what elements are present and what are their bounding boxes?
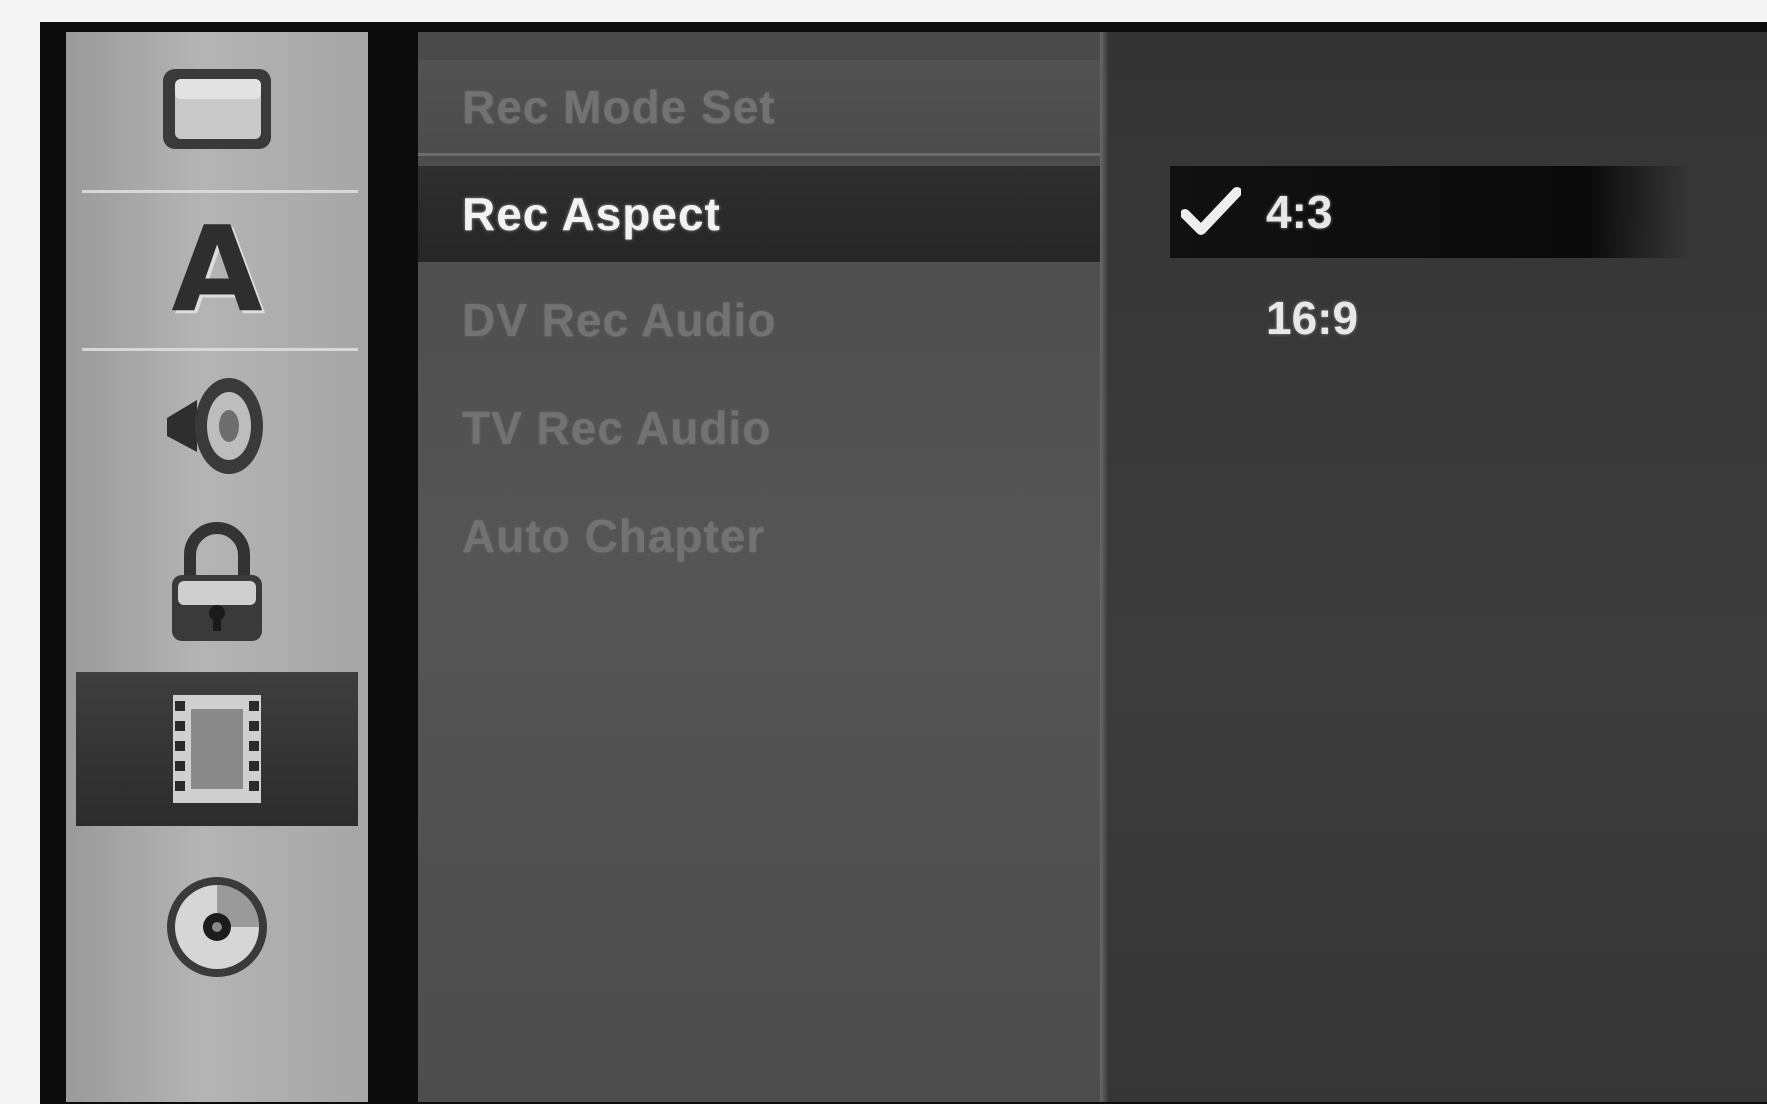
menu-item-label: Rec Mode Set	[462, 80, 776, 133]
menu-item-tv-rec-audio[interactable]: TV Rec Audio	[418, 380, 1108, 476]
disc-icon	[162, 872, 272, 982]
menu-item-rec-mode-set[interactable]: Rec Mode Set	[418, 60, 1108, 156]
option-label: 4:3	[1266, 186, 1333, 238]
film-strip-icon	[167, 691, 267, 807]
category-sidebar: A	[66, 32, 368, 1102]
sidebar-item-lock[interactable]	[66, 502, 368, 662]
language-a-icon: A	[171, 200, 263, 338]
menu-item-auto-chapter[interactable]: Auto Chapter	[418, 488, 1108, 584]
menu-item-label: Auto Chapter	[462, 510, 766, 562]
speaker-icon	[157, 370, 277, 480]
setup-menu-list: Rec Mode Set Rec Aspect DV Rec Audio TV …	[418, 32, 1108, 1102]
menu-item-label: DV Rec Audio	[462, 294, 777, 346]
padlock-icon	[162, 517, 272, 647]
osd-screen: A Rec Mode Set Rec Aspect DV Rec Audio T…	[40, 22, 1767, 1104]
option-4-3[interactable]: 4:3	[1170, 166, 1690, 258]
sidebar-item-audio[interactable]	[66, 348, 368, 502]
menu-item-label: Rec Aspect	[462, 188, 721, 240]
tv-screen-icon	[157, 63, 277, 159]
checkmark-icon	[1176, 182, 1246, 242]
menu-item-label: TV Rec Audio	[462, 402, 772, 454]
panel-divider	[1100, 32, 1108, 1102]
option-panel: 4:3 16:9	[1108, 32, 1767, 1102]
option-16-9[interactable]: 16:9	[1170, 272, 1690, 364]
menu-item-rec-aspect[interactable]: Rec Aspect	[418, 166, 1108, 262]
option-label: 16:9	[1266, 292, 1359, 344]
sidebar-item-language[interactable]: A	[66, 190, 368, 348]
menu-item-dv-rec-audio[interactable]: DV Rec Audio	[418, 272, 1108, 368]
sidebar-item-display[interactable]	[66, 32, 368, 190]
sidebar-item-recording[interactable]	[76, 672, 358, 826]
sidebar-item-disc[interactable]	[66, 832, 368, 1022]
